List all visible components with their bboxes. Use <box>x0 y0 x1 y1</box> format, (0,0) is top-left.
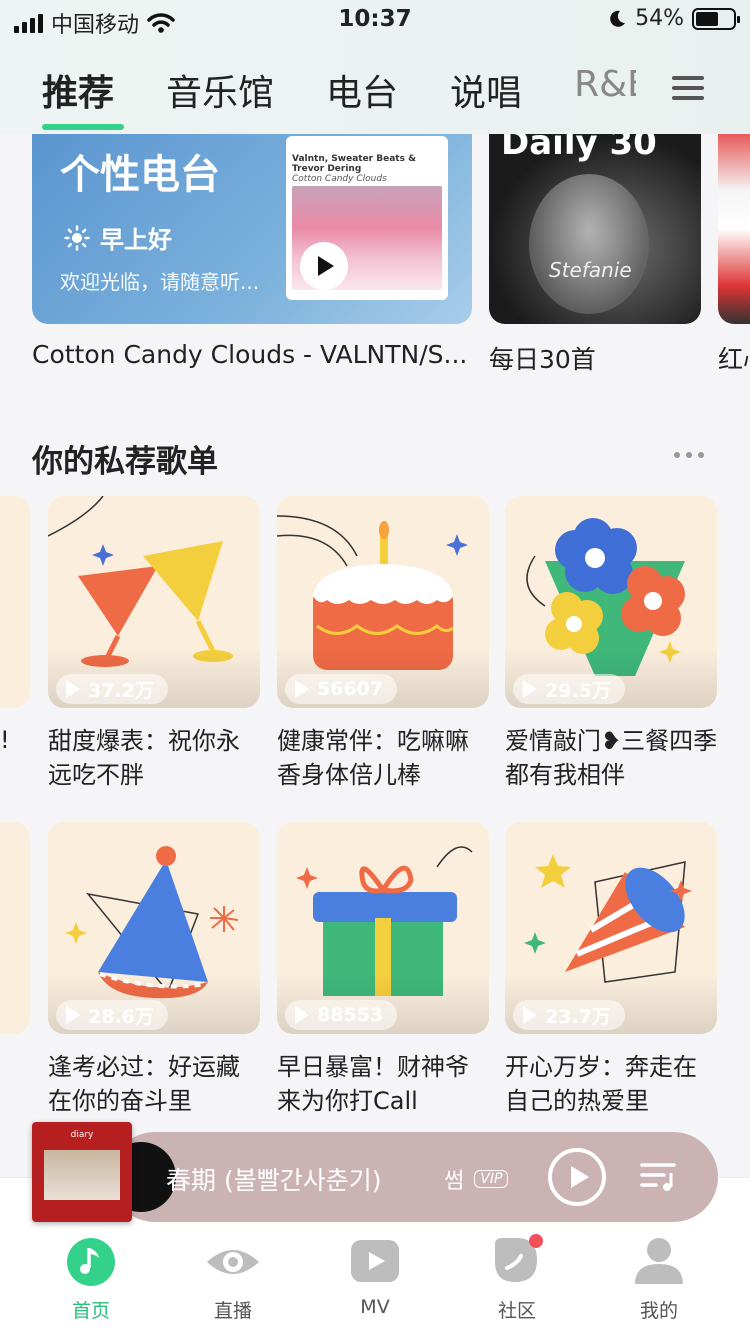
play-count: 37.2万 <box>56 674 168 704</box>
playlist-card[interactable]: 37.2万 <box>48 496 260 708</box>
playlist-queue-icon[interactable] <box>640 1162 678 1192</box>
sun-icon <box>64 224 90 251</box>
playlist-title[interactable]: 爱情敲门❥三餐四季都有我相伴 <box>505 724 719 792</box>
daily-30-card[interactable]: Daily 30 Stefanie <box>489 134 701 324</box>
nav-mv-label: MV <box>360 1296 390 1318</box>
top-nav: 推荐 音乐馆 电台 说唱 R&B <box>0 40 750 134</box>
banner-label-radio[interactable]: Cotton Candy Clouds - VALNTN/S... <box>32 340 472 369</box>
more-icon[interactable] <box>674 452 704 458</box>
artist-name: 썸 <box>444 1169 465 1194</box>
radio-play-button[interactable] <box>300 242 348 290</box>
greeting: 早上好 <box>64 220 172 255</box>
play-count: 88553 <box>285 1000 398 1030</box>
community-icon <box>489 1234 545 1290</box>
welcome-text: 欢迎光临，请随意听... <box>60 270 260 294</box>
daily-cover-image <box>529 174 649 314</box>
play-button[interactable] <box>548 1148 606 1206</box>
battery-percent: 54% <box>635 6 684 31</box>
playlist-title[interactable]: 开心万岁：奔走在自己的热爱里 <box>505 1050 719 1118</box>
tab-radio[interactable]: 电台 <box>326 64 398 116</box>
playlist-title[interactable]: 甜度爆表：祝你永远吃不胖 <box>48 724 262 792</box>
now-playing-song[interactable]: 春期 (볼빨간사춘기) <box>166 1161 386 1197</box>
partial-playlist-card[interactable] <box>0 496 30 708</box>
playlist-card[interactable]: 56607 <box>277 496 489 708</box>
nav-live[interactable]: 直播 <box>178 1234 288 1323</box>
moon-icon <box>610 10 626 27</box>
battery-icon <box>692 7 740 30</box>
tab-rnb[interactable]: R&B <box>574 64 636 116</box>
eye-icon <box>205 1234 261 1290</box>
playlist-title[interactable]: 健康常伴：吃嘛嘛香身体倍儿棒 <box>277 724 491 792</box>
nav-community-label: 社区 <box>497 1300 536 1322</box>
play-count: 29.5万 <box>513 674 625 704</box>
cover-photo <box>44 1150 120 1200</box>
daily-logo: Daily 30 <box>501 134 657 163</box>
mini-player[interactable]: 春期 (볼빨간사춘기) 썸 VIP <box>106 1132 718 1222</box>
playlist-card[interactable]: 88553 <box>277 822 489 1034</box>
status-right: 54% <box>607 6 740 31</box>
play-count: 28.6万 <box>56 1000 168 1030</box>
radio-title: 个性电台 <box>60 152 220 198</box>
album-name: Cotton Candy Clouds <box>292 174 387 184</box>
playlist-title[interactable]: 逢考必过：好运藏在你的奋斗里 <box>48 1050 262 1118</box>
cover-title-art: diary <box>70 1130 94 1140</box>
section-title: 你的私荐歌单 <box>32 444 218 480</box>
notification-badge <box>529 1234 543 1248</box>
banner-label-third[interactable]: 红心 <box>718 340 750 376</box>
playlist-title[interactable]: 早日暴富！财神爷来为你打Call <box>277 1050 491 1118</box>
tab-music-hall[interactable]: 音乐馆 <box>166 64 274 116</box>
nav-community[interactable]: 社区 <box>462 1234 572 1323</box>
music-note-icon <box>63 1234 119 1290</box>
banner-label-daily[interactable]: 每日30首 <box>489 340 701 376</box>
nav-profile[interactable]: 我的 <box>604 1234 714 1323</box>
partial-playlist-title: ! <box>0 726 10 754</box>
nav-mv[interactable]: MV <box>320 1234 430 1318</box>
album-artist: Valntn, Sweater Beats & Trevor Dering <box>292 154 416 174</box>
tab-recommend[interactable]: 推荐 <box>42 64 125 130</box>
playlist-card[interactable]: 29.5万 <box>505 496 717 708</box>
playlist-card[interactable]: 28.6万 <box>48 822 260 1034</box>
person-icon <box>631 1234 687 1290</box>
menu-icon[interactable] <box>672 76 704 100</box>
tab-bar: 推荐 音乐馆 电台 说唱 R&B <box>42 64 688 130</box>
partial-playlist-card[interactable] <box>0 822 30 1034</box>
playlist-card[interactable]: 23.7万 <box>505 822 717 1034</box>
play-count: 56607 <box>285 674 398 704</box>
red-heart-card[interactable] <box>718 134 750 324</box>
nav-home-label: 首页 <box>71 1300 110 1322</box>
radio-album-art: Valntn, Sweater Beats & Trevor Dering Co… <box>286 136 448 300</box>
tab-rap[interactable]: 说唱 <box>450 64 522 116</box>
video-icon <box>347 1234 403 1290</box>
greeting-text: 早上好 <box>100 226 172 254</box>
nav-live-label: 直播 <box>213 1300 252 1322</box>
vip-badge: VIP <box>474 1170 509 1188</box>
now-playing-cover[interactable]: diary <box>32 1122 132 1222</box>
status-bar: 中国移动 10:37 54% <box>0 0 750 40</box>
nav-profile-label: 我的 <box>639 1300 678 1322</box>
nav-home[interactable]: 首页 <box>36 1234 146 1323</box>
now-playing-artist: 썸 VIP <box>444 1163 509 1195</box>
personal-radio-card[interactable]: 个性电台 早上好 欢迎光临，请随意听... Valntn, Sweater Be… <box>32 134 472 324</box>
cover-signature: Stefanie <box>549 258 632 282</box>
play-count: 23.7万 <box>513 1000 625 1030</box>
